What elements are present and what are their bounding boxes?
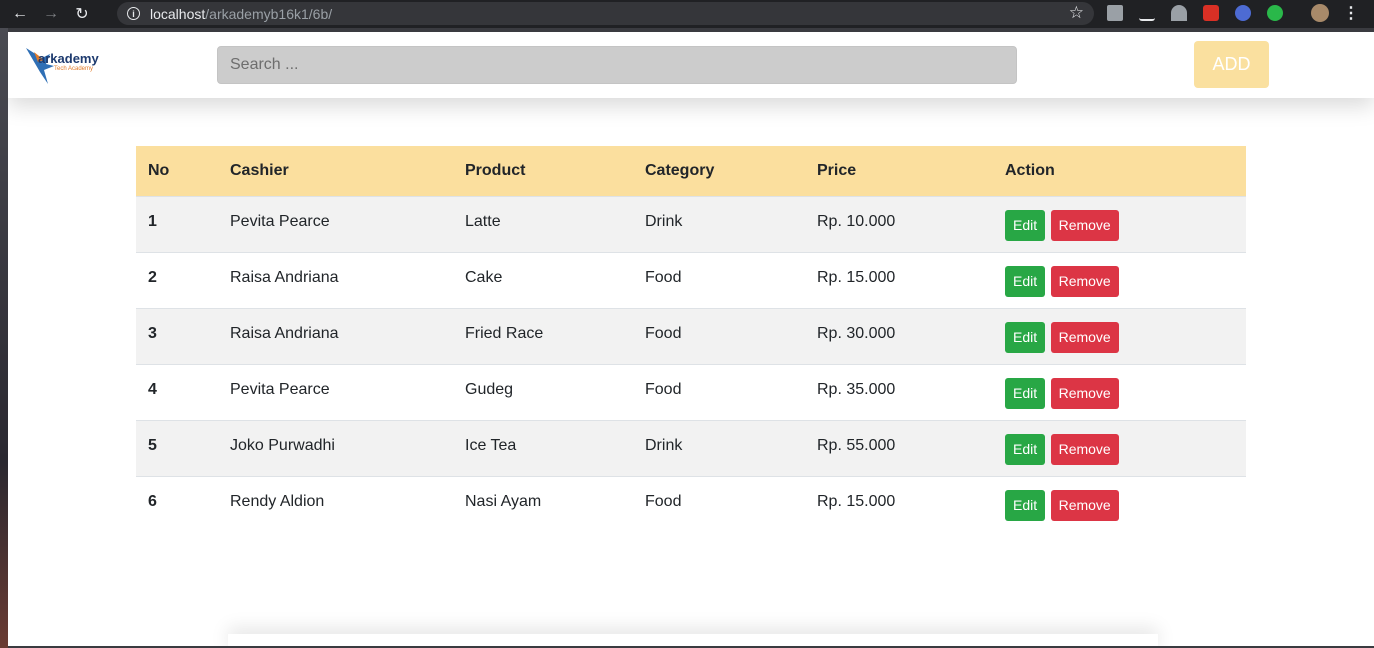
cell-action: Edit Remove [993, 252, 1246, 308]
cell-product: Ice Tea [465, 436, 517, 454]
header-cashier: Cashier [230, 161, 289, 179]
cell-cashier: Raisa Andriana [230, 268, 339, 286]
cell-product: Latte [465, 212, 501, 230]
pen-extension-icon[interactable] [1139, 5, 1155, 21]
address-bar[interactable]: i localhost/arkademyb16k1/6b/ ☆ [117, 2, 1094, 25]
cell-price: Rp. 30.000 [817, 324, 896, 342]
url-path: /arkademyb16k1/6b/ [205, 5, 333, 22]
cell-no: 6 [148, 492, 157, 510]
remove-button[interactable]: Remove [1050, 433, 1119, 465]
n-extension-icon[interactable] [1267, 5, 1283, 21]
cell-cashier: Rendy Aldion [230, 492, 325, 510]
cell-price: Rp. 15.000 [817, 492, 896, 510]
url-host: localhost [150, 5, 206, 22]
logo-subtext: Tech Academy [54, 66, 94, 72]
cell-category: Food [645, 380, 682, 398]
cell-price: Rp. 15.000 [817, 268, 896, 286]
edit-button[interactable]: Edit [1005, 377, 1046, 409]
remove-button[interactable]: Remove [1050, 489, 1119, 521]
cell-product: Nasi Ayam [465, 492, 542, 510]
cell-product: Gudeg [465, 380, 514, 398]
cell-no: 5 [148, 436, 157, 454]
remove-button[interactable]: Remove [1050, 265, 1119, 297]
url-text: localhost/arkademyb16k1/6b/ [150, 6, 332, 22]
search-input[interactable] [217, 46, 1017, 84]
star-icon[interactable]: ☆ [1069, 3, 1084, 23]
cell-product: Cake [465, 268, 503, 286]
table-row: 4 Pevita Pearce Gudeg Food Rp. 35.000 Ed… [136, 364, 1246, 420]
remove-button[interactable]: Remove [1050, 209, 1119, 241]
remove-button[interactable]: Remove [1050, 377, 1119, 409]
cell-category: Drink [645, 436, 683, 454]
cell-price: Rp. 55.000 [817, 436, 896, 454]
cell-category: Food [645, 268, 682, 286]
cell-action: Edit Remove [993, 308, 1246, 364]
edit-button[interactable]: Edit [1005, 489, 1046, 521]
table-row: 2 Raisa Andriana Cake Food Rp. 15.000 Ed… [136, 252, 1246, 308]
table-row: 5 Joko Purwadhi Ice Tea Drink Rp. 55.000… [136, 420, 1246, 476]
forward-arrow-icon[interactable]: → [40, 3, 62, 25]
desktop-background [0, 28, 8, 648]
header-no: No [148, 161, 170, 179]
cell-cashier: Pevita Pearce [230, 212, 330, 230]
add-button[interactable]: ADD [1194, 41, 1269, 88]
edit-button[interactable]: Edit [1005, 265, 1046, 297]
arc-extension-icon[interactable] [1171, 5, 1187, 21]
edit-button[interactable]: Edit [1005, 433, 1046, 465]
cell-no: 4 [148, 380, 157, 398]
cell-category: Drink [645, 212, 683, 230]
table-header-row: No Cashier Product Category Price Action [136, 146, 1246, 196]
cell-category: Food [645, 492, 682, 510]
red-extension-icon[interactable] [1203, 5, 1219, 21]
cell-no: 3 [148, 324, 157, 342]
navbar: arkademy Tech Academy ADD [8, 32, 1374, 98]
table-row: 6 Rendy Aldion Nasi Ayam Food Rp. 15.000… [136, 476, 1246, 532]
page-viewport: arkademy Tech Academy ADD No Cashier Pro… [8, 32, 1374, 646]
reload-icon[interactable]: ↻ [71, 3, 93, 25]
cell-product: Fried Race [465, 324, 544, 342]
cell-action: Edit Remove [993, 196, 1246, 252]
back-arrow-icon[interactable]: ← [9, 3, 31, 25]
transactions-table: No Cashier Product Category Price Action… [136, 146, 1246, 532]
header-price: Price [817, 161, 857, 179]
camera-icon[interactable] [1107, 5, 1123, 21]
cell-price: Rp. 35.000 [817, 380, 896, 398]
avatar[interactable] [1311, 4, 1329, 22]
cell-cashier: Raisa Andriana [230, 324, 339, 342]
edit-button[interactable]: Edit [1005, 321, 1046, 353]
cell-cashier: Pevita Pearce [230, 380, 330, 398]
footer-shadow [228, 634, 1158, 646]
cell-cashier: Joko Purwadhi [230, 436, 335, 454]
menu-dots-icon[interactable]: ⋮ [1343, 3, 1359, 23]
remove-button[interactable]: Remove [1050, 321, 1119, 353]
browser-toolbar: ← → ↻ i localhost/arkademyb16k1/6b/ ☆ ⋮ [0, 0, 1374, 28]
cell-action: Edit Remove [993, 476, 1246, 532]
logo-text: arkademy [38, 51, 99, 66]
cell-no: 1 [148, 212, 157, 230]
cell-action: Edit Remove [993, 364, 1246, 420]
header-product: Product [465, 161, 526, 179]
info-icon[interactable]: i [127, 7, 140, 20]
table-row: 1 Pevita Pearce Latte Drink Rp. 10.000 E… [136, 196, 1246, 252]
edit-button[interactable]: Edit [1005, 209, 1046, 241]
download-extension-icon[interactable] [1235, 5, 1251, 21]
cell-category: Food [645, 324, 682, 342]
cell-action: Edit Remove [993, 420, 1246, 476]
table-row: 3 Raisa Andriana Fried Race Food Rp. 30.… [136, 308, 1246, 364]
header-action: Action [1005, 161, 1055, 179]
header-category: Category [645, 161, 715, 179]
cell-no: 2 [148, 268, 157, 286]
cell-price: Rp. 10.000 [817, 212, 896, 230]
